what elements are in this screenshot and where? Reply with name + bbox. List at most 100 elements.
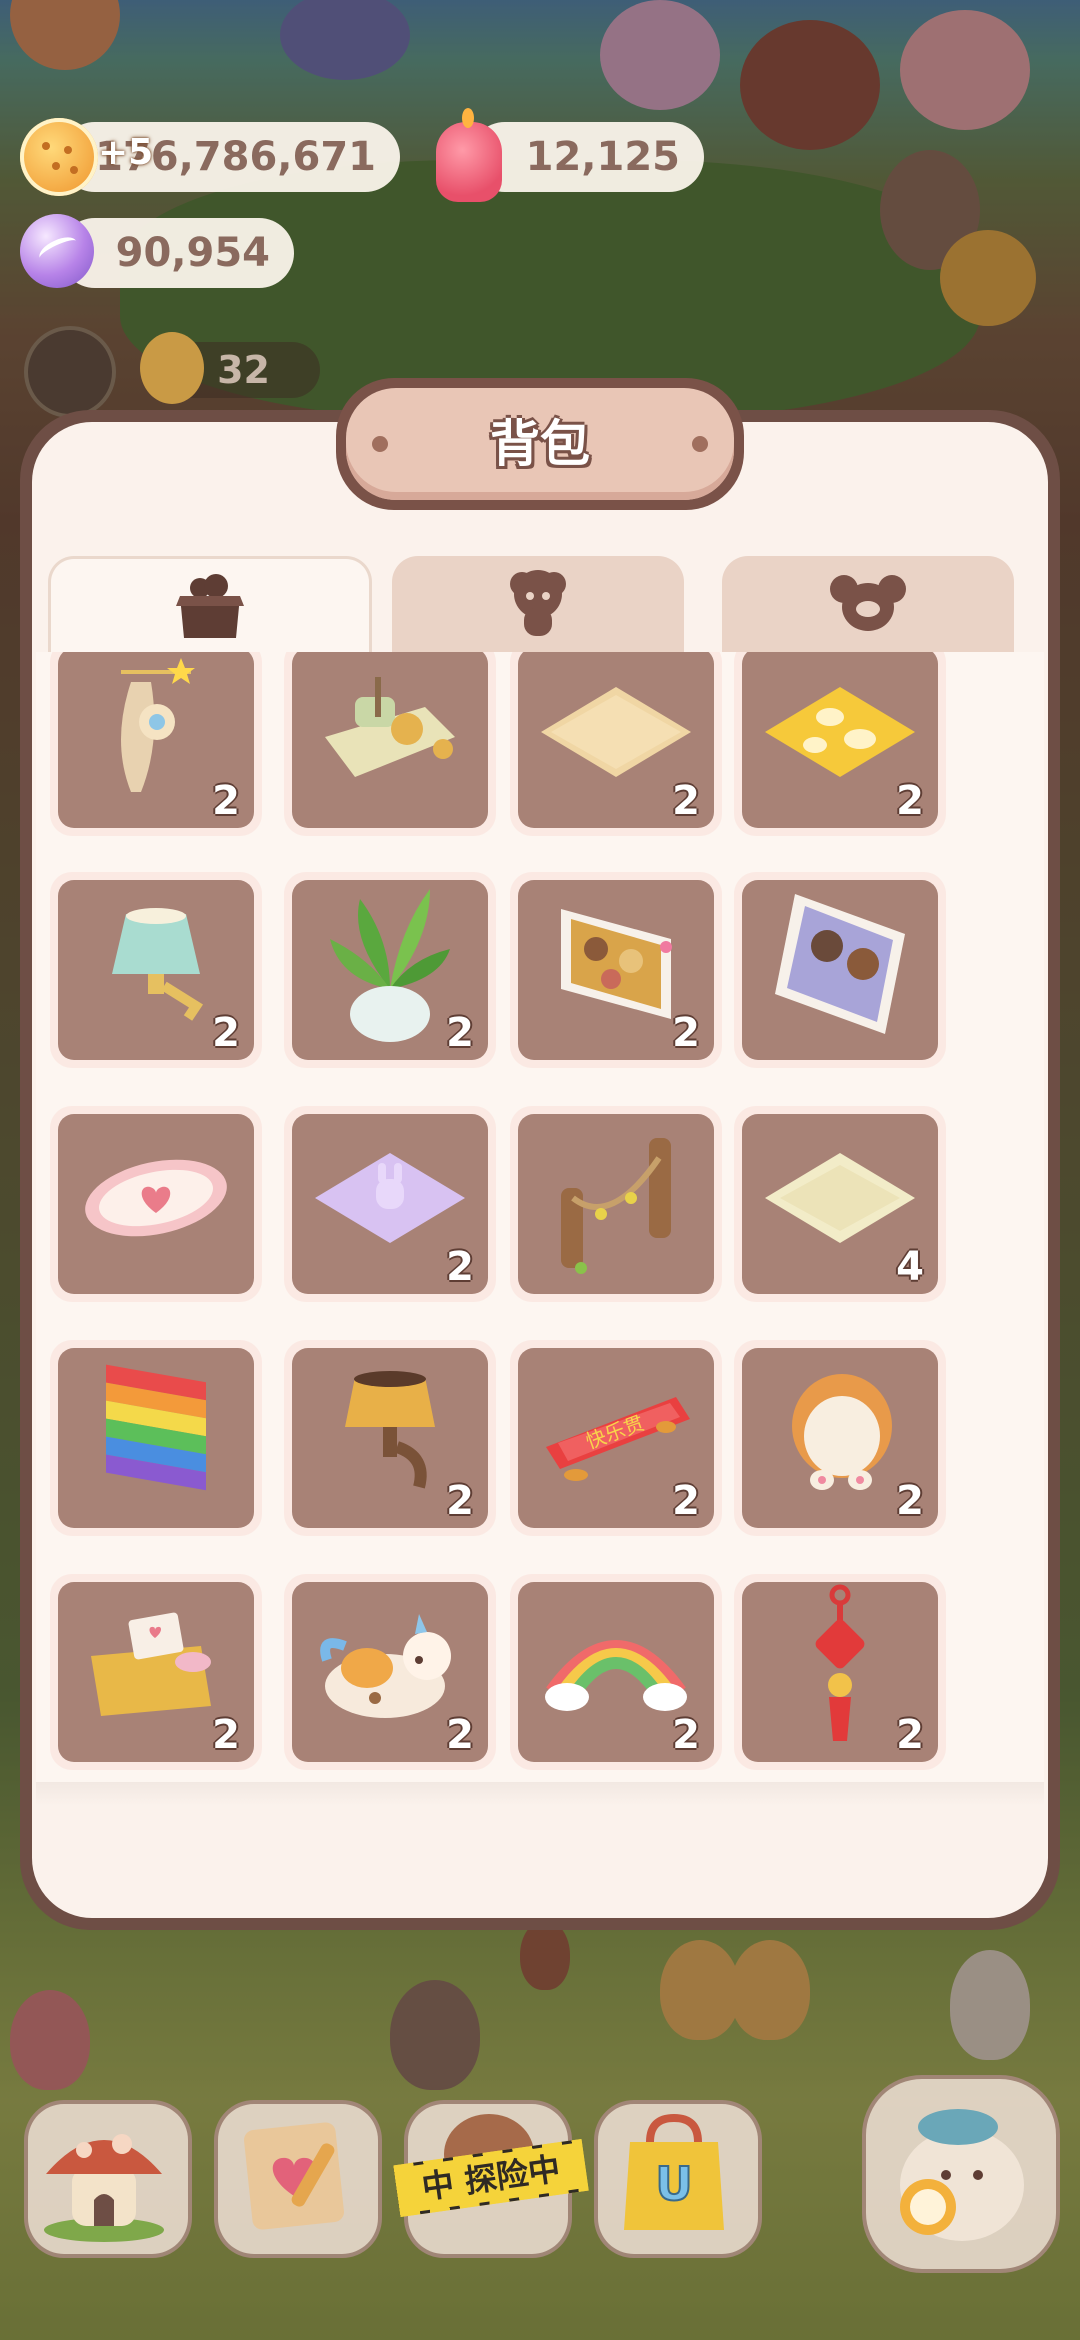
inventory-slot-face: 2 [518,1582,714,1762]
bunny-purple-rug-icon [310,1143,470,1257]
inventory-slot-face: 2 [58,1582,254,1762]
item-count: 2 [672,1010,700,1056]
panel-title: 背包 [490,415,590,473]
item-count: 2 [212,1712,240,1758]
inventory-slot[interactable]: 2 [284,1340,496,1536]
inventory-slot-face [518,1114,714,1294]
coin-bonus-label: +5 [98,132,154,173]
giraffe-pattern-floor-tile-icon [760,677,920,791]
svg-text:U: U [655,2157,692,2211]
inventory-slot-face: 2 [742,652,938,828]
inventory-slot-face: 2 [292,1582,488,1762]
sun-button-icon[interactable] [24,326,116,418]
crystal-icon [20,214,94,288]
box-icon [176,574,244,638]
inventory-slot[interactable]: 2 [510,872,722,1068]
cookie-head-icon [140,332,204,404]
inventory-slot-face: 2 [292,880,488,1060]
item-count: 2 [672,1712,700,1758]
item-count: 2 [446,1244,474,1290]
picnic-basket-icon [81,1606,231,1730]
inventory-slot-face [292,652,488,828]
item-count: 2 [446,1010,474,1056]
item-count: 2 [896,778,924,824]
inventory-slot[interactable]: 2 [734,1574,946,1770]
inventory-slot-face: 4 [742,1114,938,1294]
tab-items[interactable] [48,556,372,655]
cookie-coin-icon [20,118,98,196]
inventory-slot-face [58,1348,254,1528]
exploring-label: 中 探险中 [399,2142,583,2214]
inventory-slot[interactable]: 2 [284,872,496,1068]
shop-bag-icon: U [624,2113,724,2230]
inventory-slot[interactable]: 2 [734,1340,946,1536]
heart-rug-icon [76,1143,236,1257]
mushroom-house-icon [44,2134,164,2242]
inventory-slot[interactable]: 快乐贯 2 [510,1340,722,1536]
potted-green-plant-icon [320,880,460,1053]
jelly-icon [436,108,502,202]
heart-notebook-icon [244,2122,344,2230]
inventory-slot-face: 2 [292,1348,488,1528]
cookie-silhouette-icon [510,570,566,636]
inventory-slot[interactable]: 2 [734,652,946,836]
unicorn-cow-plush-icon [315,1606,465,1730]
item-count: 2 [896,1712,924,1758]
item-count: 2 [212,1010,240,1056]
inventory-slot-face: 2 [742,1582,938,1762]
item-count: 4 [896,1244,924,1290]
inventory-slot[interactable] [284,652,496,836]
home-button[interactable] [24,2100,192,2258]
cream-floor-tile-icon [760,1143,920,1257]
tab-pets[interactable] [722,556,1014,652]
inventory-slot[interactable]: 2 [510,1574,722,1770]
rainbow-cloud-decoration-icon [541,1611,691,1725]
item-count: 2 [446,1478,474,1524]
exploring-icon: 中 探险中 [393,2139,589,2217]
inventory-slot-face: 2 [742,1348,938,1528]
teal-wall-lamp-icon [96,894,216,1038]
red-couplet-banner-icon: 快乐贯 [536,1377,696,1491]
cracker-floor-tile-icon [536,677,696,791]
shop-button[interactable]: U [594,2100,762,2258]
item-count: 2 [212,778,240,824]
jelly-counter[interactable]: 12,125 [470,122,704,192]
inventory-slot-face [58,1114,254,1294]
crystal-counter[interactable]: 90,954 [60,218,294,288]
tab-cookies[interactable] [392,556,684,652]
cookie-count-value: 32 [217,348,270,392]
journal-button[interactable] [214,2100,382,2258]
inventory-slot-face: 2 [292,1114,488,1294]
inventory-slot-face: 2 [518,880,714,1060]
inventory-slot-face: 2 [58,652,254,828]
wooden-rope-fence-icon [541,1118,691,1282]
inventory-slot[interactable]: 2 [50,652,262,836]
inventory-slot-face: 快乐贯 2 [518,1348,714,1528]
inventory-slot[interactable] [50,1340,262,1536]
crystal-value: 90,954 [115,230,270,276]
item-count: 2 [446,1712,474,1758]
inventory-slot-face: 2 [58,880,254,1060]
item-count: 2 [672,1478,700,1524]
inventory-slot[interactable]: 2 [284,1574,496,1770]
cookie-group-photo-frame-icon [541,889,691,1043]
item-count: 2 [672,778,700,824]
jelly-value: 12,125 [525,134,680,180]
inventory-slot[interactable] [734,872,946,1068]
inventory-slot-face: 2 [518,652,714,828]
inventory-slot[interactable]: 2 [50,872,262,1068]
panel-title-plate-face: 背包 [346,388,734,500]
pottery-wheel-table-icon [315,667,465,801]
inventory-slot[interactable] [50,1106,262,1302]
inventory-slot[interactable] [510,1106,722,1302]
inventory-slot[interactable]: 2 [284,1106,496,1302]
amber-wall-lamp-icon [335,1357,445,1511]
exploring-button[interactable]: 中 探险中 [393,2100,589,2258]
event-button[interactable] [862,2075,1060,2273]
inventory-slot[interactable]: 2 [50,1574,262,1770]
grid-bottom-edge [36,1782,1044,1806]
inventory-slot-face [742,880,938,1060]
inventory-slot[interactable]: 4 [734,1106,946,1302]
rainbow-flag-icon [91,1352,221,1516]
inventory-slot[interactable]: 2 [510,652,722,836]
